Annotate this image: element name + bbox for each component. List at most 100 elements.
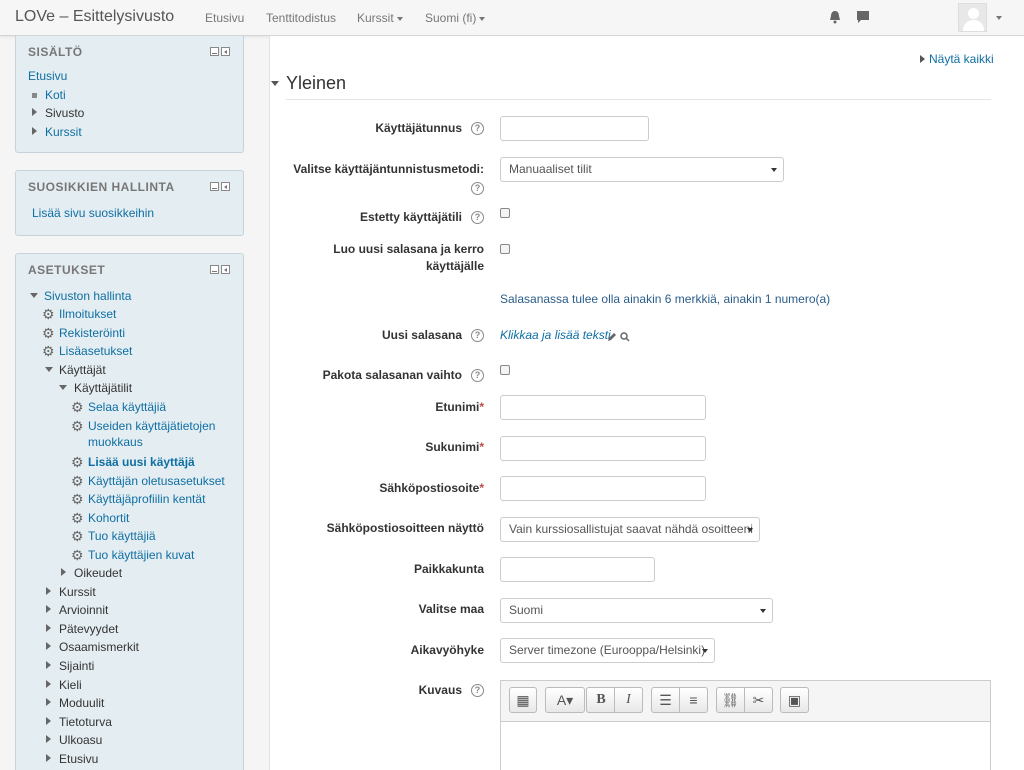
collapse-icon[interactable] — [30, 293, 38, 298]
link-icon[interactable]: ⛓ — [716, 687, 745, 713]
unlink-icon[interactable]: ✂ — [744, 687, 773, 713]
expand-icon[interactable] — [46, 624, 51, 632]
nav-item-koti[interactable]: Koti — [45, 86, 66, 104]
country-select[interactable]: Suomi — [500, 598, 773, 623]
gear-icon: ⚙ — [42, 325, 55, 341]
settings-item-upload-pictures[interactable]: Tuo käyttäjien kuvat — [88, 546, 194, 564]
timezone-select[interactable]: Server timezone (Eurooppa/Helsinki) — [500, 638, 715, 663]
settings-item-badges[interactable]: Osaamismerkit — [59, 638, 139, 656]
expand-icon[interactable] — [46, 587, 51, 595]
expand-all-link[interactable]: Näytä kaikki — [920, 52, 994, 66]
settings-item-site-admin[interactable]: Sivuston hallinta — [44, 287, 131, 305]
settings-item-users[interactable]: Käyttäjät — [59, 361, 106, 379]
create-password-checkbox[interactable] — [500, 244, 510, 254]
expand-icon[interactable] — [46, 698, 51, 706]
collapse-icon[interactable] — [45, 367, 53, 372]
force-change-checkbox[interactable] — [500, 365, 510, 375]
dock-icon[interactable] — [221, 47, 230, 56]
settings-item-add-user[interactable]: Lisää uusi käyttäjä — [88, 453, 195, 471]
nav-item-sivusto[interactable]: Sivusto — [45, 104, 84, 122]
expand-icon[interactable] — [46, 680, 51, 688]
expand-icon[interactable] — [46, 605, 51, 613]
firstname-input[interactable] — [500, 395, 706, 420]
expand-icon[interactable] — [32, 108, 37, 116]
nav-item-etusivu[interactable]: Etusivu — [28, 67, 67, 85]
nav-link-certificate[interactable]: Tenttitodistus — [266, 11, 336, 25]
settings-item-profile-fields[interactable]: Käyttäjäprofiilin kentät — [88, 490, 205, 508]
dock-icon[interactable] — [221, 182, 230, 191]
bullet-list-icon[interactable]: ☰ — [651, 687, 680, 713]
settings-item-language[interactable]: Kieli — [59, 676, 82, 694]
email-label: Sähköpostiosoite* — [254, 480, 484, 497]
help-icon[interactable]: ? — [471, 329, 484, 342]
settings-item-courses[interactable]: Kurssit — [59, 583, 96, 601]
numbered-list-icon[interactable]: ≡ — [679, 687, 708, 713]
settings-item-frontpage[interactable]: Etusivu — [59, 750, 98, 768]
expand-icon[interactable] — [46, 661, 51, 669]
help-icon[interactable]: ? — [471, 122, 484, 135]
settings-item-registration[interactable]: Rekisteröinti — [59, 324, 125, 342]
settings-item-location[interactable]: Sijainti — [59, 657, 94, 675]
email-input[interactable] — [500, 476, 706, 501]
password-policy-note: Salasanassa tulee olla ainakin 6 merkkiä… — [500, 292, 831, 306]
settings-item-upload-users[interactable]: Tuo käyttäjiä — [88, 527, 156, 545]
nav-menu-courses[interactable]: Kurssit — [357, 11, 403, 25]
site-brand[interactable]: LOVe – Esittelysivusto — [15, 8, 174, 26]
nav-item-kurssit[interactable]: Kurssit — [45, 123, 82, 141]
add-favourite-link[interactable]: Lisää sivu suosikkeihin — [32, 204, 154, 222]
password-edit-link[interactable]: Klikkaa ja lisää teksti — [500, 328, 611, 342]
help-icon[interactable]: ? — [471, 211, 484, 224]
dock-icon[interactable] — [221, 265, 230, 274]
username-input[interactable] — [500, 116, 649, 141]
reveal-icon[interactable] — [620, 331, 630, 345]
settings-item-cohorts[interactable]: Kohortit — [88, 509, 129, 527]
expand-icon[interactable] — [46, 754, 51, 762]
settings-item-user-defaults[interactable]: Käyttäjän oletusasetukset — [88, 472, 225, 490]
toolbar-toggle-icon[interactable]: ▦ — [509, 687, 537, 713]
italic-icon[interactable]: I — [614, 687, 643, 713]
lastname-input[interactable] — [500, 436, 706, 461]
nav-link-home[interactable]: Etusivu — [205, 11, 244, 25]
collapse-icon[interactable] — [59, 385, 67, 390]
expand-icon[interactable] — [46, 735, 51, 743]
minimize-icon[interactable] — [210, 182, 219, 191]
settings-item-permissions[interactable]: Oikeudet — [74, 564, 122, 582]
messages-icon[interactable] — [856, 10, 870, 27]
nav-menu-language[interactable]: Suomi (fi) — [425, 11, 486, 25]
settings-item-grades[interactable]: Arvioinnit — [59, 601, 108, 619]
settings-item-notifications[interactable]: Ilmoitukset — [59, 305, 116, 323]
collapse-section-icon[interactable] — [271, 81, 279, 86]
expand-icon[interactable] — [46, 717, 51, 725]
user-avatar[interactable] — [958, 3, 987, 32]
expand-icon[interactable] — [46, 642, 51, 650]
minimize-icon[interactable] — [210, 265, 219, 274]
edit-icon[interactable] — [607, 331, 617, 345]
nav-menu-language-label: Suomi (fi) — [425, 11, 477, 25]
section-title-general[interactable]: Yleinen — [286, 73, 346, 94]
description-textarea[interactable] — [501, 721, 990, 770]
help-icon[interactable]: ? — [471, 369, 484, 382]
settings-item-bulk-actions-cont[interactable]: muokkaus — [88, 433, 143, 451]
image-icon[interactable]: ▣ — [780, 687, 809, 713]
username-label: Käyttäjätunnus — [375, 121, 462, 135]
bold-icon[interactable]: B — [586, 687, 615, 713]
suspended-checkbox[interactable] — [500, 208, 510, 218]
minimize-icon[interactable] — [210, 47, 219, 56]
settings-item-appearance[interactable]: Ulkoasu — [59, 731, 102, 749]
email-display-select[interactable]: Vain kurssiosallistujat saavat nähdä oso… — [500, 517, 760, 542]
user-menu-chevron-icon[interactable] — [996, 16, 1002, 20]
expand-icon[interactable] — [32, 127, 37, 135]
notifications-icon[interactable] — [828, 10, 842, 27]
expand-icon[interactable] — [61, 568, 66, 576]
auth-method-select[interactable]: Manuaaliset tilit — [500, 157, 784, 182]
settings-item-advanced[interactable]: Lisäasetukset — [59, 342, 132, 360]
settings-item-plugins[interactable]: Moduulit — [59, 694, 104, 712]
city-input[interactable] — [500, 557, 655, 582]
settings-item-accounts[interactable]: Käyttäjätilit — [74, 379, 132, 397]
help-icon[interactable]: ? — [471, 182, 484, 195]
settings-item-competencies[interactable]: Pätevyydet — [59, 620, 118, 638]
settings-item-security[interactable]: Tietoturva — [59, 713, 112, 731]
settings-item-browse-users[interactable]: Selaa käyttäjiä — [88, 398, 166, 416]
help-icon[interactable]: ? — [471, 684, 484, 697]
font-style-icon[interactable]: A▾ — [545, 687, 585, 713]
